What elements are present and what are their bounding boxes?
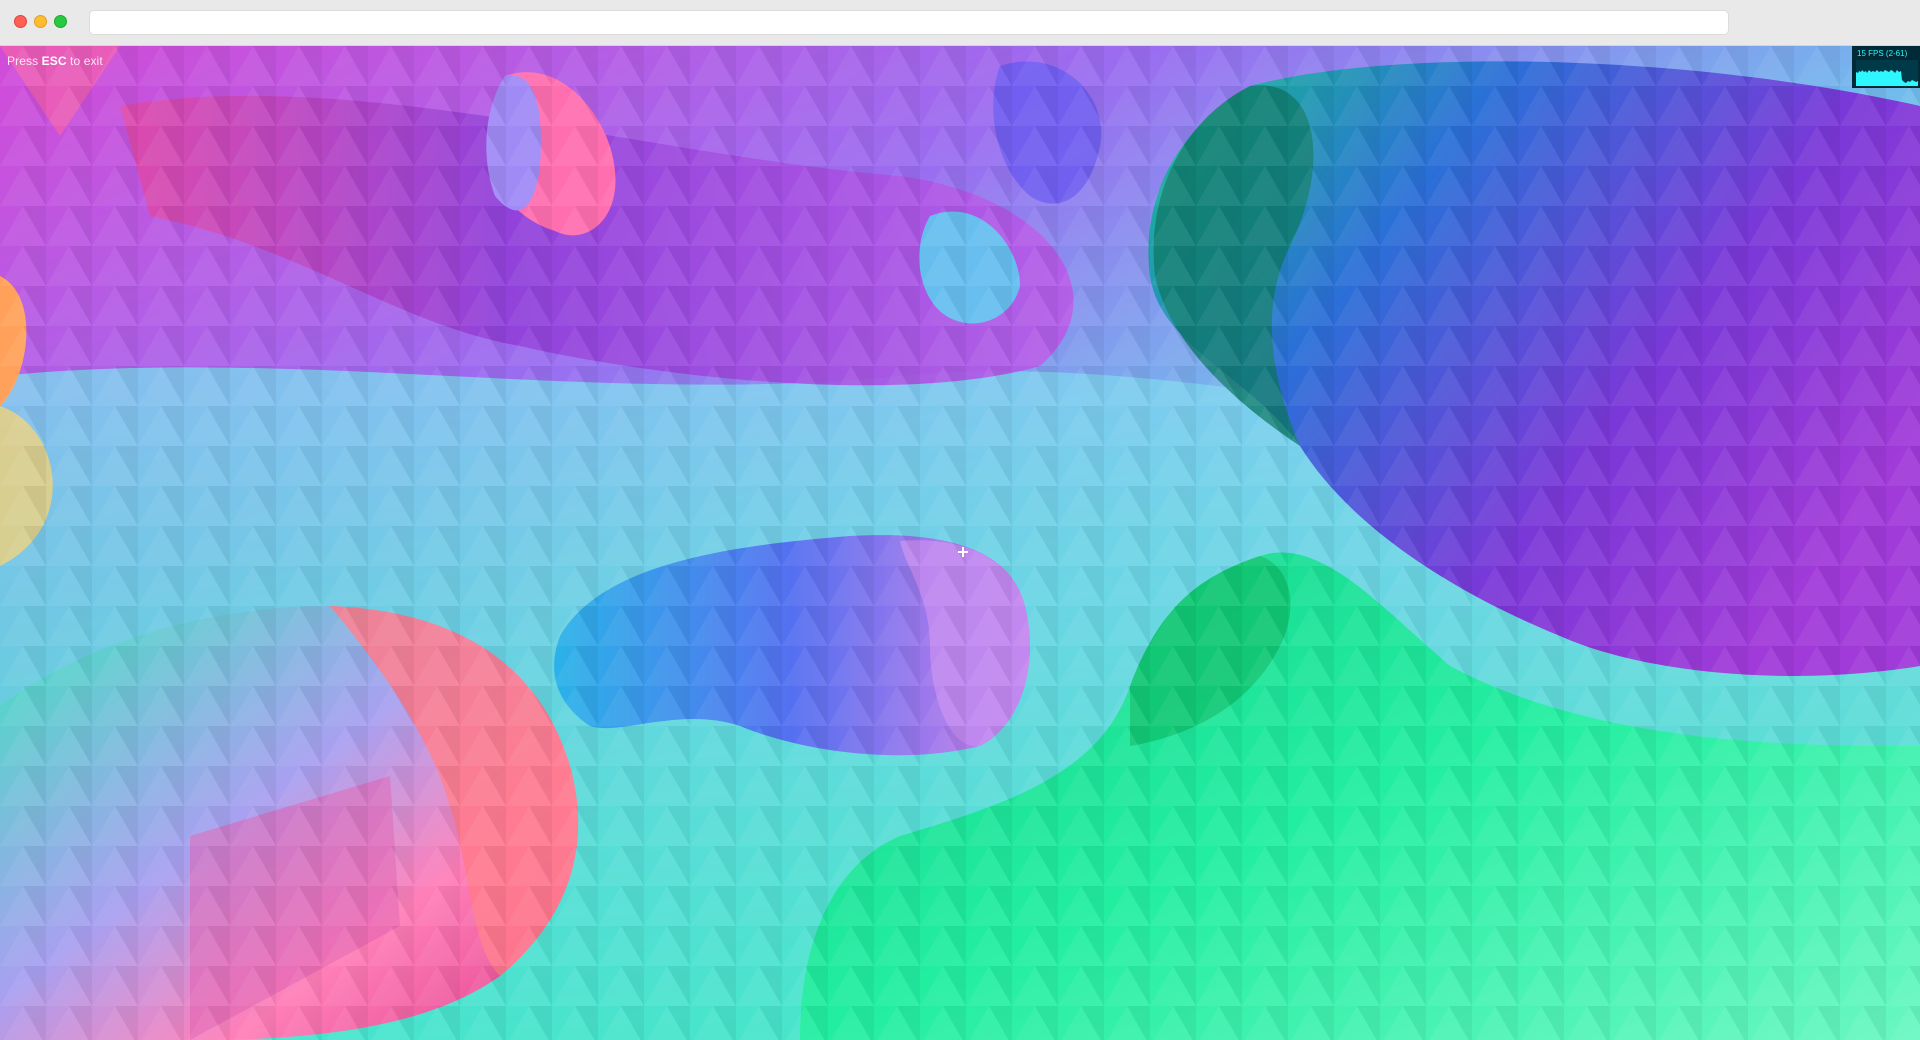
close-window-button[interactable] bbox=[14, 15, 27, 28]
window-titlebar bbox=[0, 0, 1920, 46]
address-bar[interactable] bbox=[89, 10, 1729, 35]
fps-graph bbox=[1856, 60, 1918, 86]
fps-stats-panel[interactable]: 15 FPS (2-61) bbox=[1852, 46, 1920, 88]
browser-window: Press ESC to exit 15 FPS (2-61) bbox=[0, 0, 1920, 1040]
crosshair-icon bbox=[958, 547, 968, 557]
exit-hint-prefix: Press bbox=[7, 54, 39, 68]
low-poly-terrain-render bbox=[0, 46, 1920, 1040]
esc-key-label: ESC bbox=[41, 54, 67, 68]
maximize-window-button[interactable] bbox=[54, 15, 67, 28]
webgl-scene-canvas[interactable] bbox=[0, 46, 1920, 1040]
exit-hint-suffix: to exit bbox=[70, 54, 103, 68]
exit-hint: Press ESC to exit bbox=[7, 54, 103, 68]
minimize-window-button[interactable] bbox=[34, 15, 47, 28]
fps-readout: 15 FPS (2-61) bbox=[1857, 49, 1908, 58]
